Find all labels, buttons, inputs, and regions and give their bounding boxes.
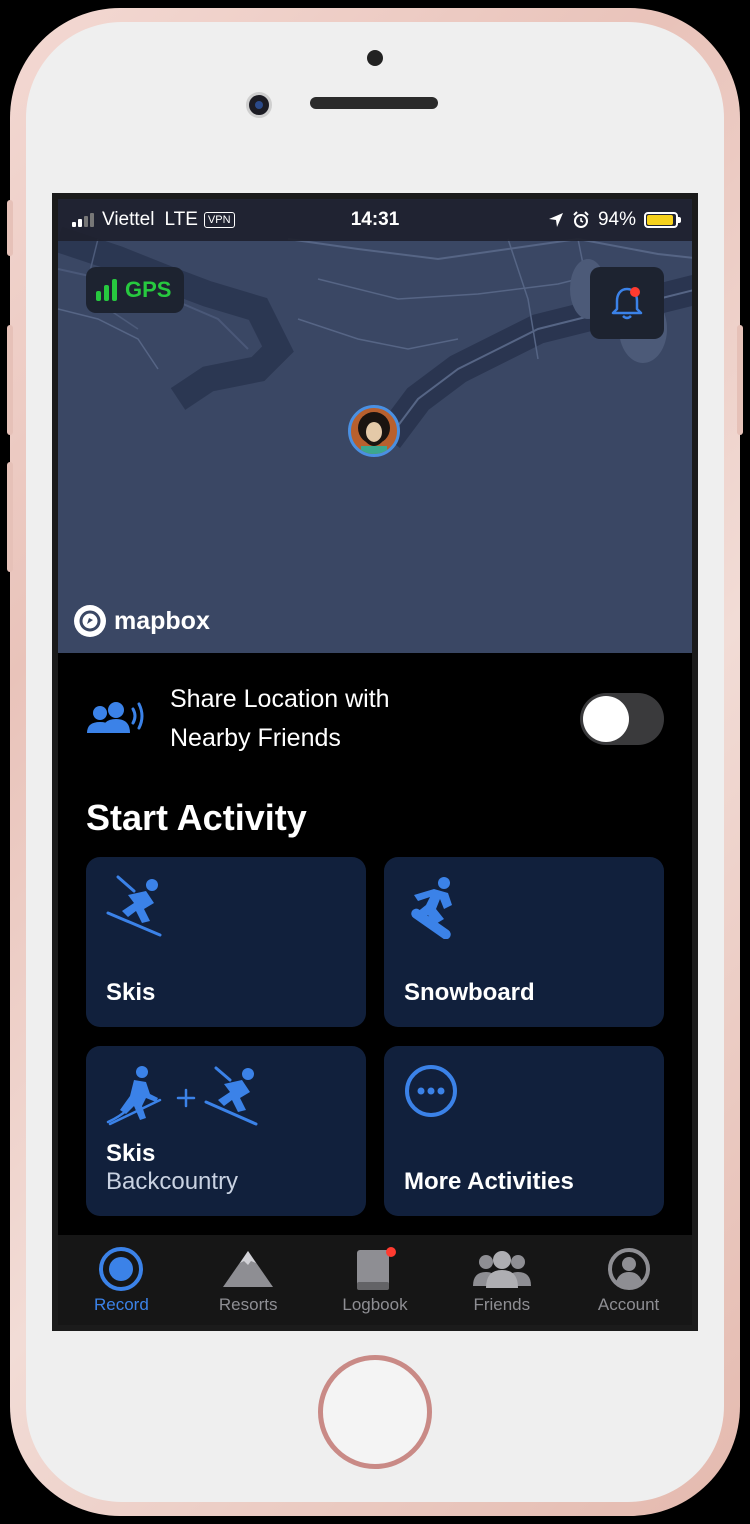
toggle-knob: [583, 696, 629, 742]
card-label: Snowboard: [404, 979, 535, 1006]
share-location-toggle[interactable]: [580, 693, 664, 745]
user-location-avatar[interactable]: [348, 405, 400, 457]
mountain-icon: [223, 1251, 274, 1287]
screen: GPS mapbox Viettel LTE VPN 14:31 94% Sha…: [52, 193, 698, 1331]
tab-friends[interactable]: Friends: [442, 1245, 562, 1315]
more-icon: [405, 1065, 457, 1117]
alarm-icon: [573, 211, 589, 228]
battery-icon: [644, 212, 681, 228]
mapbox-logo-icon: [74, 605, 106, 637]
card-sublabel: Backcountry: [106, 1168, 239, 1195]
home-button[interactable]: [318, 1355, 432, 1469]
power-button: [737, 325, 743, 435]
gps-label: GPS: [125, 277, 172, 302]
volume-up-button: [7, 325, 13, 435]
backcountry-skis-icon: [106, 1066, 258, 1126]
tab-logbook[interactable]: Logbook: [315, 1245, 435, 1315]
share-location-label: Share Location with Nearby Friends: [170, 685, 390, 752]
activity-card-more[interactable]: More Activities: [384, 1046, 664, 1216]
tab-label: Logbook: [342, 1295, 408, 1314]
share-location-row: Share Location with Nearby Friends: [58, 653, 692, 785]
start-activity-heading: Start Activity: [86, 797, 307, 838]
skier-icon: [106, 875, 162, 937]
vpn-badge: VPN: [203, 212, 235, 228]
network-type: LTE: [164, 209, 198, 230]
card-label: Skis: [106, 1140, 156, 1167]
tab-account[interactable]: Account: [569, 1245, 689, 1315]
carrier-name: Viettel: [102, 209, 155, 230]
friends-icon: [472, 1251, 531, 1288]
nearby-friends-icon: [87, 702, 144, 733]
snowboarder-icon: [411, 877, 452, 939]
gps-indicator: GPS: [86, 267, 184, 313]
status-bar: Viettel LTE VPN 14:31 94%: [58, 199, 692, 241]
card-label: Skis: [106, 979, 156, 1006]
activity-card-skis-backcountry[interactable]: Skis Backcountry: [86, 1046, 366, 1216]
cellular-signal-icon: [72, 213, 94, 227]
card-label: More Activities: [404, 1168, 574, 1195]
mapbox-attribution[interactable]: mapbox: [74, 605, 210, 637]
tab-resorts[interactable]: Resorts: [188, 1245, 308, 1315]
location-arrow-icon: [548, 213, 563, 227]
signal-bars-icon: [96, 279, 117, 301]
tab-record[interactable]: Record: [61, 1245, 181, 1315]
tab-bar: Record Resorts Logbook Friends Account: [58, 1235, 692, 1325]
volume-down-button: [7, 462, 13, 572]
earpiece-speaker: [310, 97, 438, 109]
tab-label: Record: [93, 1295, 149, 1314]
mapbox-label: mapbox: [114, 606, 210, 635]
activity-card-snowboard[interactable]: Snowboard: [384, 857, 664, 1027]
map-view[interactable]: GPS mapbox: [58, 199, 692, 653]
tab-label: Account: [597, 1295, 660, 1314]
mute-switch: [7, 200, 13, 256]
account-icon: [607, 1248, 650, 1290]
front-camera: [246, 92, 272, 118]
activity-card-skis[interactable]: Skis: [86, 857, 366, 1027]
bell-icon: [611, 287, 643, 320]
tab-label: Resorts: [218, 1295, 278, 1314]
battery-percent: 94%: [597, 209, 636, 230]
proximity-sensor: [367, 50, 383, 66]
tab-label: Friends: [473, 1295, 531, 1314]
book-icon: [356, 1247, 396, 1290]
notifications-button[interactable]: [590, 267, 664, 339]
record-icon: [99, 1247, 144, 1291]
